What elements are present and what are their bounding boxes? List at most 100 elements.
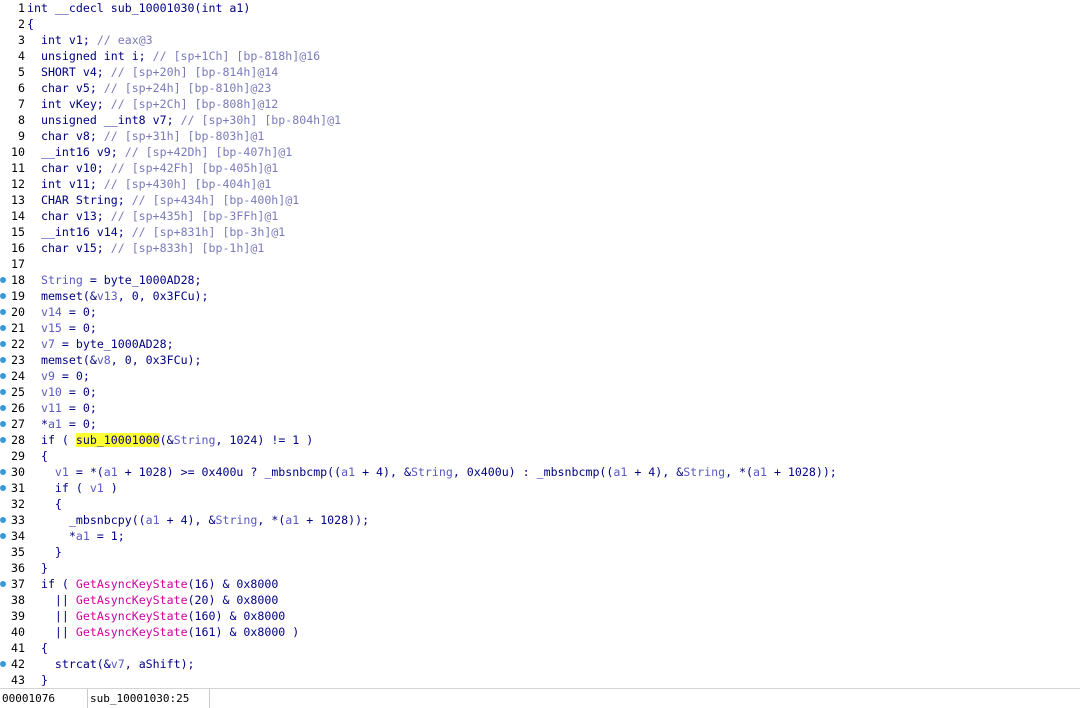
code-line[interactable]: 3 int v1; // eax@3 (0, 32, 153, 48)
variable-token[interactable]: a1 (76, 529, 90, 543)
breakpoint-dot-icon[interactable] (0, 517, 6, 523)
variable-token[interactable]: String (215, 513, 257, 527)
code-line[interactable]: 27 *a1 = 0; (0, 416, 97, 432)
variable-token[interactable]: a1 (753, 465, 767, 479)
breakpoint-dot-icon[interactable] (0, 293, 6, 299)
code-token: , *( (725, 465, 754, 479)
variable-token[interactable]: v1 (90, 481, 104, 495)
code-line[interactable]: 16 char v15; // [sp+833h] [bp-1h]@1 (0, 240, 264, 256)
code-line[interactable]: 17 (0, 256, 27, 272)
code-line[interactable]: 4 unsigned int i; // [sp+1Ch] [bp-818h]@… (0, 48, 320, 64)
variable-token[interactable]: String (683, 465, 725, 479)
code-line[interactable]: 22 v7 = byte_1000AD28; (0, 336, 174, 352)
variable-token[interactable]: v15 (41, 321, 62, 335)
code-line[interactable]: 36 } (0, 560, 48, 576)
code-line[interactable]: 26 v11 = 0; (0, 400, 97, 416)
breakpoint-dot-icon[interactable] (0, 341, 6, 347)
breakpoint-dot-icon[interactable] (0, 357, 6, 363)
code-line[interactable]: 32 { (0, 496, 62, 512)
code-line[interactable]: 28 if ( sub_10001000(&String, 1024) != 1… (0, 432, 313, 448)
variable-token[interactable]: a1 (104, 465, 118, 479)
code-line[interactable]: 2{ (0, 16, 34, 32)
variable-token[interactable]: v9 (41, 369, 55, 383)
code-line[interactable]: 42 strcat(&v7, aShift); (0, 656, 195, 672)
api-call-token[interactable]: GetAsyncKeyState (76, 593, 188, 607)
variable-token[interactable]: a1 (146, 513, 160, 527)
code-line[interactable]: 21 v15 = 0; (0, 320, 97, 336)
breakpoint-dot-icon[interactable] (0, 485, 6, 491)
code-line[interactable]: 15 __int16 v14; // [sp+831h] [bp-3h]@1 (0, 224, 285, 240)
breakpoint-dot-icon[interactable] (0, 405, 6, 411)
breakpoint-dot-icon[interactable] (0, 325, 6, 331)
code-line[interactable]: 43 } (0, 672, 48, 688)
variable-token[interactable]: a1 (613, 465, 627, 479)
variable-token[interactable]: String (411, 465, 453, 479)
code-line[interactable]: 14 char v13; // [sp+435h] [bp-3FFh]@1 (0, 208, 278, 224)
code-line[interactable]: 35 } (0, 544, 62, 560)
code-line[interactable]: 11 char v10; // [sp+42Fh] [bp-405h]@1 (0, 160, 278, 176)
code-line[interactable]: 23 memset(&v8, 0, 0x3FCu); (0, 352, 202, 368)
code-token: + 1028)); (299, 513, 370, 527)
breakpoint-dot-icon[interactable] (0, 533, 6, 539)
code-line[interactable]: 10 __int16 v9; // [sp+42Dh] [bp-407h]@1 (0, 144, 292, 160)
code-token: , 0, 0x3FCu); (117, 289, 209, 303)
variable-token[interactable]: v8 (97, 353, 111, 367)
variable-token[interactable]: v7 (111, 657, 125, 671)
breakpoint-dot-icon[interactable] (0, 437, 6, 443)
code-text: v15 = 0; (25, 320, 97, 336)
breakpoint-dot-icon[interactable] (0, 309, 6, 315)
variable-token[interactable]: v13 (97, 289, 118, 303)
code-line[interactable]: 25 v10 = 0; (0, 384, 97, 400)
highlighted-token[interactable]: sub_10001000 (75, 433, 160, 447)
code-line[interactable]: 8 unsigned __int8 v7; // [sp+30h] [bp-80… (0, 112, 341, 128)
code-line[interactable]: 5 SHORT v4; // [sp+20h] [bp-814h]@14 (0, 64, 278, 80)
api-call-token[interactable]: GetAsyncKeyState (76, 625, 188, 639)
code-line[interactable]: 39 || GetAsyncKeyState(160) & 0x8000 (0, 608, 285, 624)
api-call-token[interactable]: GetAsyncKeyState (76, 577, 188, 591)
variable-token[interactable]: v14 (41, 305, 62, 319)
breakpoint-dot-icon[interactable] (0, 469, 6, 475)
code-text: memset(&v8, 0, 0x3FCu); (25, 352, 202, 368)
api-call-token[interactable]: GetAsyncKeyState (76, 609, 188, 623)
code-line[interactable]: 24 v9 = 0; (0, 368, 90, 384)
code-line[interactable]: 13 CHAR String; // [sp+434h] [bp-400h]@1 (0, 192, 299, 208)
code-line[interactable]: 19 memset(&v13, 0, 0x3FCu); (0, 288, 209, 304)
code-line[interactable]: 34 *a1 = 1; (0, 528, 125, 544)
variable-token[interactable]: a1 (48, 417, 62, 431)
comment-token: // [sp+430h] [bp-404h]@1 (103, 177, 272, 191)
breakpoint-dot-icon[interactable] (0, 661, 6, 667)
variable-token[interactable]: String (174, 433, 216, 447)
variable-token[interactable]: String (41, 273, 83, 287)
variable-token[interactable]: v11 (41, 401, 62, 415)
code-token: _mbsnbcpy(( (27, 513, 146, 527)
breakpoint-dot-icon[interactable] (0, 581, 6, 587)
code-line[interactable]: 38 || GetAsyncKeyState(20) & 0x8000 (0, 592, 278, 608)
code-line[interactable]: 31 if ( v1 ) (0, 480, 118, 496)
code-line[interactable]: 33 _mbsnbcpy((a1 + 4), &String, *(a1 + 1… (0, 512, 369, 528)
code-line[interactable]: 9 char v8; // [sp+31h] [bp-803h]@1 (0, 128, 264, 144)
breakpoint-dot-icon[interactable] (0, 373, 6, 379)
breakpoint-dot-icon[interactable] (0, 277, 6, 283)
code-line[interactable]: 6 char v5; // [sp+24h] [bp-810h]@23 (0, 80, 271, 96)
code-line[interactable]: 20 v14 = 0; (0, 304, 97, 320)
variable-token[interactable]: v10 (41, 385, 62, 399)
pseudocode-view[interactable]: 1 int __cdecl sub_10001030(int a1) 2{3 int… (0, 0, 1080, 688)
code-line[interactable]: 1 int __cdecl sub_10001030(int a1) (0, 0, 250, 16)
code-line[interactable]: 12 int v11; // [sp+430h] [bp-404h]@1 (0, 176, 271, 192)
breakpoint-dot-icon[interactable] (0, 421, 6, 427)
variable-token[interactable]: a1 (285, 513, 299, 527)
breakpoint-dot-icon[interactable] (0, 389, 6, 395)
code-line[interactable]: 29 { (0, 448, 48, 464)
comment-token: // [sp+42Dh] [bp-407h]@1 (124, 145, 293, 159)
code-line[interactable]: 41 { (0, 640, 48, 656)
code-token: { (27, 449, 48, 463)
variable-token[interactable]: v1 (55, 465, 69, 479)
variable-token[interactable]: v7 (41, 337, 55, 351)
code-line[interactable]: 18 String = byte_1000AD28; (0, 272, 202, 288)
code-line[interactable]: 40 || GetAsyncKeyState(161) & 0x8000 ) (0, 624, 299, 640)
code-line[interactable]: 37 if ( GetAsyncKeyState(16) & 0x8000 (0, 576, 278, 592)
code-line[interactable]: 7 int vKey; // [sp+2Ch] [bp-808h]@12 (0, 96, 278, 112)
code-token: = 0; (61, 401, 97, 415)
code-line[interactable]: 30 v1 = *(a1 + 1028) >= 0x400u ? _mbsnbc… (0, 464, 837, 480)
variable-token[interactable]: a1 (341, 465, 355, 479)
